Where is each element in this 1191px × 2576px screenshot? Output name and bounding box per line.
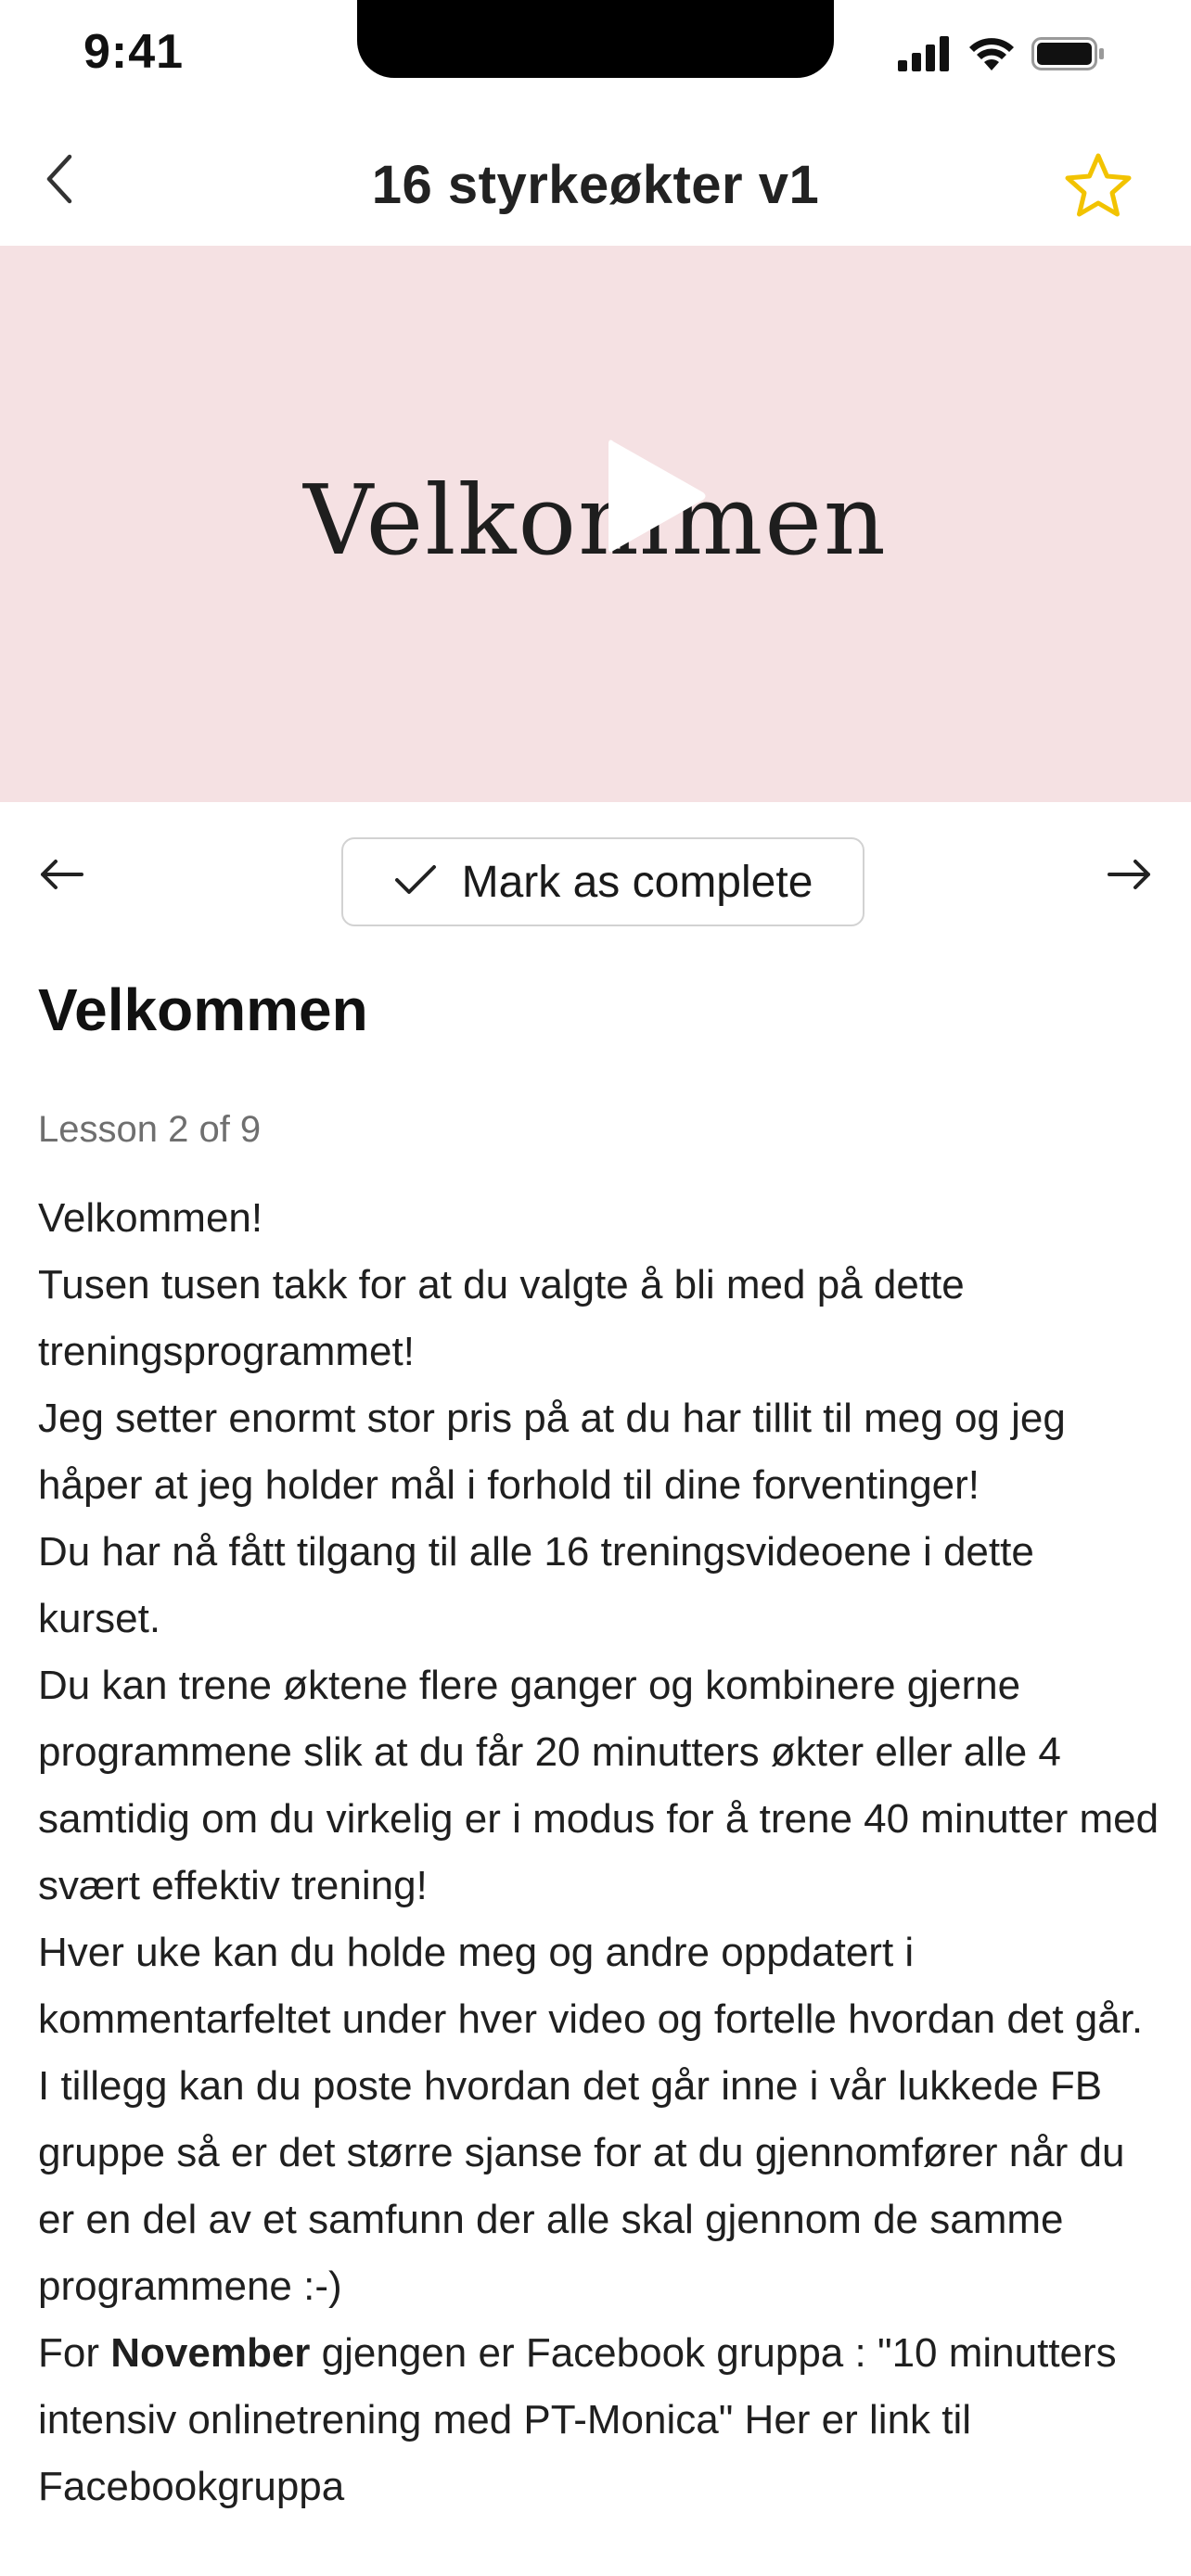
video-player[interactable]: Velkommen	[0, 246, 1191, 802]
status-time: 9:41	[83, 25, 185, 79]
mark-as-complete-label: Mark as complete	[461, 857, 813, 907]
video-caption: Velkommen	[303, 464, 888, 577]
play-icon	[601, 440, 712, 565]
star-outline-icon	[1063, 151, 1133, 224]
wifi-icon	[967, 35, 1017, 77]
play-button[interactable]	[601, 431, 712, 561]
paragraph: Du kan trene øktene flere ganger og komb…	[38, 1663, 1159, 1908]
paragraph: Velkommen!	[38, 1195, 263, 1241]
arrow-right-icon	[1108, 858, 1152, 896]
paragraph: I tillegg kan du poste hvordan det går i…	[38, 2063, 1125, 2309]
checkmark-icon	[393, 863, 438, 901]
text-segment: For	[38, 2330, 111, 2376]
lesson-description: Velkommen! Tusen tusen takk for at du va…	[38, 1185, 1160, 2520]
lesson-title: Velkommen	[38, 976, 368, 1043]
previous-lesson-button[interactable]	[33, 848, 89, 904]
battery-icon	[1031, 35, 1106, 77]
arrow-left-icon	[39, 858, 83, 896]
cellular-signal-icon	[898, 36, 952, 76]
status-bar: 9:41	[0, 0, 1191, 102]
paragraph: Jeg setter enormt stor pris på at du har…	[38, 1396, 1066, 1508]
paragraph: Hver uke kan du holde meg og andre oppda…	[38, 1930, 1144, 2042]
paragraph-facebook-group: For November gjengen er Facebook gruppa …	[38, 2320, 1160, 2520]
status-icons	[898, 35, 1106, 77]
next-lesson-button[interactable]	[1102, 848, 1158, 904]
lesson-progress-text: Lesson 2 of 9	[38, 1109, 262, 1150]
paragraph: Tusen tusen takk for at du valgte å bli …	[38, 1262, 965, 1374]
course-title: 16 styrkeøkter v1	[371, 155, 820, 215]
lesson-navigation: Mark as complete	[0, 802, 1191, 950]
mark-as-complete-button[interactable]: Mark as complete	[341, 837, 864, 926]
favorite-button[interactable]	[1061, 150, 1135, 224]
device-notch	[357, 0, 834, 78]
paragraph: Du har nå fått tilgang til alle 16 treni…	[38, 1529, 1034, 1641]
top-navigation-bar: 16 styrkeøkter v1	[0, 121, 1191, 246]
bold-month: November	[110, 2330, 311, 2376]
